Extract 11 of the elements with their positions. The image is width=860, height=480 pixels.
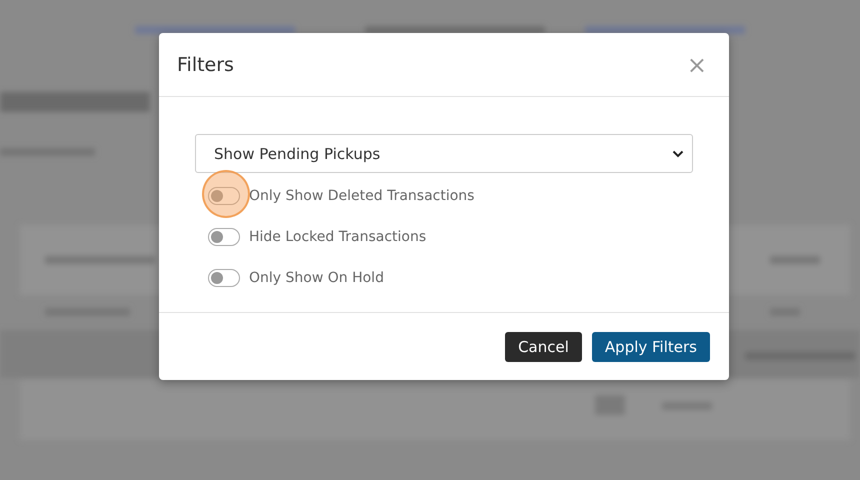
toggle-switch[interactable] — [208, 228, 240, 246]
toggle-label: Only Show On Hold — [249, 270, 384, 286]
toggle-label: Hide Locked Transactions — [249, 228, 426, 244]
apply-button[interactable]: Apply Filters — [592, 332, 710, 362]
toggle-label: Only Show Deleted Transactions — [249, 188, 474, 204]
chevron-down-icon — [672, 150, 684, 158]
toggle-switch[interactable] — [208, 268, 240, 286]
toggle-switch[interactable] — [208, 186, 240, 204]
dialog-title: Filters — [177, 54, 234, 76]
cancel-button[interactable]: Cancel — [505, 332, 582, 362]
filter-select[interactable]: Show Pending Pickups — [195, 134, 693, 173]
